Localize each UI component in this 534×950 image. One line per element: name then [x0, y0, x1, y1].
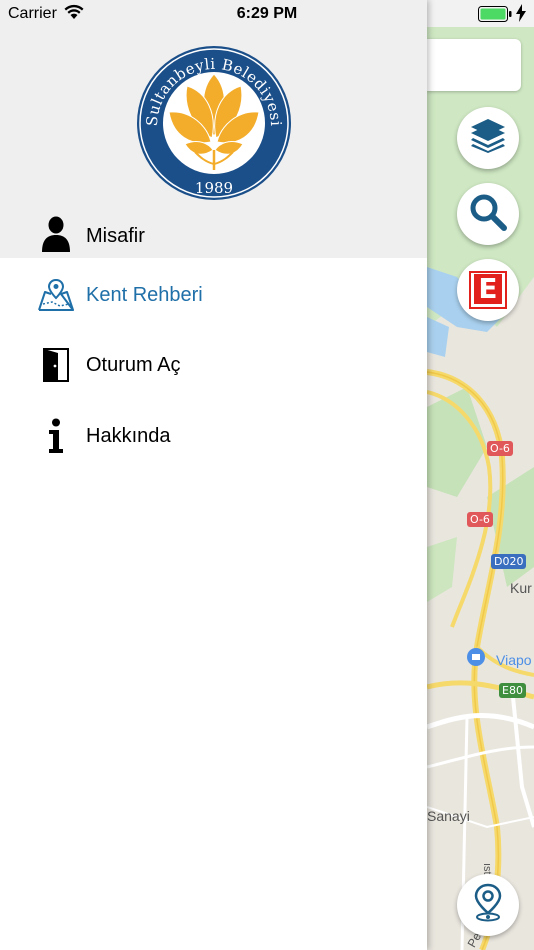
info-icon: [38, 417, 74, 455]
municipality-logo: Sultanbeyli Belediyesi 1989: [135, 44, 293, 202]
side-drawer: Sultanbeyli Belediyesi 1989 Misafir Kent…: [0, 0, 427, 950]
pharmacy-letter: E: [474, 274, 502, 304]
menu-item-label: Kent Rehberi: [86, 284, 203, 306]
status-bar: Carrier 6:29 PM: [0, 0, 534, 28]
user-icon: [41, 216, 71, 257]
status-time: 6:29 PM: [236, 5, 298, 22]
drawer-header: Sultanbeyli Belediyesi 1989 Misafir: [0, 0, 427, 258]
logo-year: 1989: [195, 179, 233, 197]
place-label: Kur: [510, 580, 532, 596]
menu-item-label: Hakkında: [86, 425, 171, 447]
menu-item-kent-rehberi[interactable]: Kent Rehberi: [0, 264, 427, 326]
user-row: Misafir: [0, 212, 427, 258]
menu-item-label: Oturum Aç: [86, 354, 181, 376]
map-search-box[interactable]: [427, 39, 521, 91]
place-label: Viapo: [496, 652, 532, 668]
door-icon: [38, 346, 74, 384]
charging-icon: [516, 4, 526, 27]
location-pin-icon: [473, 883, 503, 928]
road-badge: E80: [499, 683, 526, 698]
menu-item-oturum-ac[interactable]: Oturum Aç: [0, 334, 427, 396]
road-badge: O-6: [467, 512, 493, 527]
search-button[interactable]: [457, 183, 519, 245]
road-badge: O-6: [487, 441, 513, 456]
layers-button[interactable]: [457, 107, 519, 169]
search-icon: [468, 192, 508, 237]
menu-item-hakkinda[interactable]: Hakkında: [0, 405, 427, 467]
layers-icon: [469, 118, 507, 158]
place-label: Sanayi: [427, 808, 470, 824]
user-name: Misafir: [86, 225, 145, 247]
road-badge: D020: [491, 554, 527, 569]
my-location-button[interactable]: [457, 874, 519, 936]
pharmacy-button[interactable]: E: [457, 259, 519, 321]
map-view[interactable]: E O-6 O-6 D020 E80 Kur Viapo Sanayi ıstı…: [427, 27, 534, 950]
city-map-icon: [38, 276, 74, 314]
pharmacy-icon: E: [469, 271, 507, 309]
battery-icon: [478, 6, 512, 27]
